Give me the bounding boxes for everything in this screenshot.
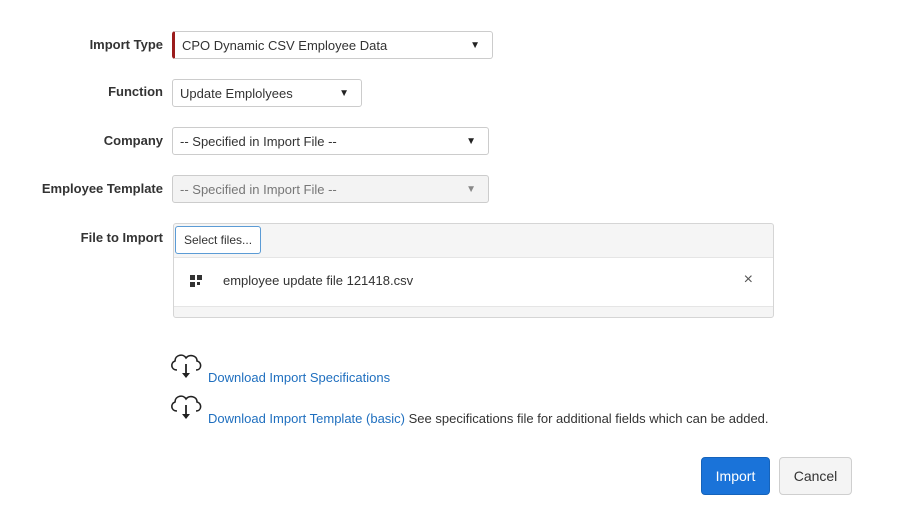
import-type-select[interactable]: CPO Dynamic CSV Employee Data ▼	[172, 31, 493, 59]
function-value: Update Emplolyees	[180, 85, 293, 101]
company-value: -- Specified in Import File --	[180, 133, 337, 149]
download-import-specifications-link[interactable]: Download Import Specifications	[208, 370, 390, 385]
download-template-note: See specifications file for additional f…	[405, 411, 769, 426]
close-icon[interactable]: ×	[744, 271, 753, 289]
upload-toolbar: Select files...	[174, 224, 773, 257]
import-button[interactable]: Import	[701, 457, 770, 495]
employee-template-value: -- Specified in Import File --	[180, 181, 337, 197]
caret-down-icon: ▼	[470, 40, 480, 51]
employee-template-label: Employee Template	[41, 181, 163, 196]
company-select[interactable]: -- Specified in Import File -- ▼	[172, 127, 489, 155]
file-upload-panel: Select files... employee update file 121…	[173, 223, 774, 318]
uploaded-file-row: employee update file 121418.csv ×	[174, 257, 773, 307]
download-import-template-link[interactable]: Download Import Template (basic)	[208, 411, 405, 426]
caret-down-icon: ▼	[466, 184, 476, 195]
select-files-button[interactable]: Select files...	[175, 226, 262, 254]
file-to-import-label: File to Import	[80, 230, 163, 245]
function-select[interactable]: Update Emplolyees ▼	[172, 79, 362, 107]
caret-down-icon: ▼	[466, 136, 476, 147]
import-type-value: CPO Dynamic CSV Employee Data	[182, 37, 388, 53]
download-template-line: Download Import Template (basic) See spe…	[208, 411, 769, 426]
cancel-button[interactable]: Cancel	[779, 457, 852, 495]
employee-template-select: -- Specified in Import File -- ▼	[172, 175, 489, 203]
caret-down-icon: ▼	[339, 88, 349, 99]
function-label: Function	[108, 84, 163, 99]
import-type-label: Import Type	[89, 37, 163, 52]
uploaded-file-name: employee update file 121418.csv	[223, 273, 414, 288]
file-grid-icon	[190, 275, 202, 287]
cloud-download-icon	[171, 354, 202, 378]
cloud-download-icon	[171, 395, 202, 419]
company-label: Company	[103, 133, 163, 148]
